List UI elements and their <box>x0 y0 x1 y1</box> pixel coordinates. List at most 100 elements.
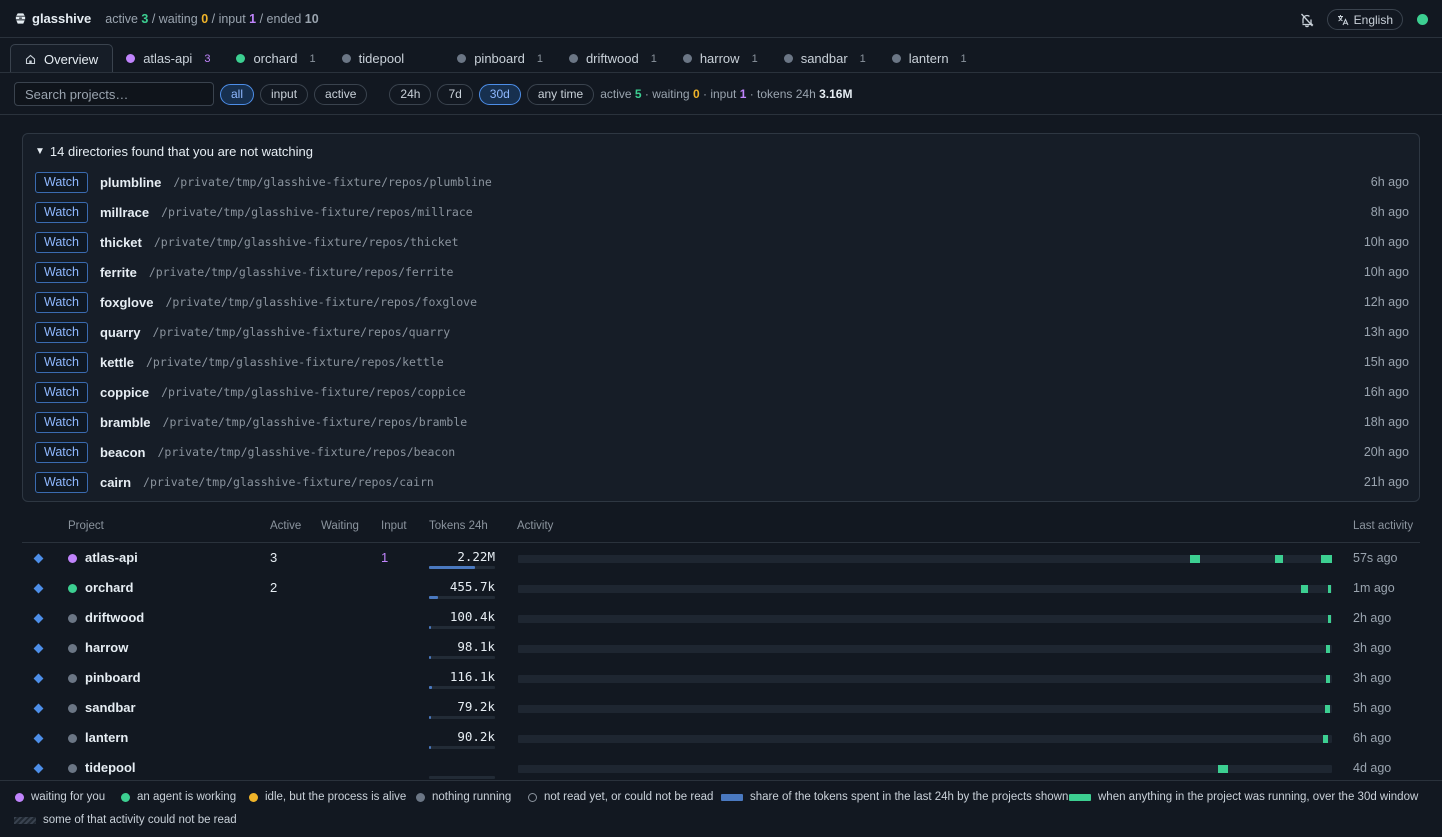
watch-button[interactable]: Watch <box>35 411 88 433</box>
range-any-time[interactable]: any time <box>526 83 595 105</box>
watch-button[interactable]: Watch <box>35 291 88 313</box>
watch-button[interactable]: Watch <box>35 321 88 343</box>
range-30d[interactable]: 30d <box>478 83 521 105</box>
tab-lantern[interactable]: lantern 1 <box>879 44 980 73</box>
project-name[interactable]: atlas-api <box>85 550 138 565</box>
tokens-24h: 2.22M <box>457 549 495 564</box>
status-dot <box>682 54 692 63</box>
divider <box>0 114 1442 115</box>
directory-name: beacon <box>99 444 146 460</box>
tab-orchard[interactable]: orchard 1 <box>223 44 328 73</box>
table-row[interactable]: lantern 90.2k 6h ago <box>0 726 1442 756</box>
filter-input[interactable]: input <box>260 83 309 105</box>
last-activity: 2h ago <box>1353 611 1392 625</box>
activity-timeline <box>518 645 1332 653</box>
directory-path: /private/tmp/glasshive-fixture/repos/cop… <box>161 385 466 399</box>
project-name[interactable]: orchard <box>85 580 133 595</box>
project-name[interactable]: pinboard <box>85 670 141 685</box>
tab-tidepool[interactable]: tidepool <box>329 44 445 73</box>
col-last-activity[interactable]: Last activity <box>1353 520 1413 532</box>
bell-off-icon[interactable] <box>1299 12 1315 28</box>
pin-icon[interactable] <box>33 763 44 774</box>
activity-segment <box>1320 555 1332 563</box>
activity-timeline <box>518 555 1332 563</box>
global-counts: active 3 / waiting 0 / input 1 / ended 1… <box>105 12 318 26</box>
search-input[interactable] <box>14 82 214 106</box>
watch-button[interactable]: Watch <box>35 171 88 193</box>
legend-item: idle, but the process is alive <box>249 791 406 803</box>
tokens-24h: 79.2k <box>457 699 495 714</box>
legend-label: idle, but the process is alive <box>265 791 407 803</box>
col-active[interactable]: Active <box>270 520 301 532</box>
watch-button[interactable]: Watch <box>35 261 88 283</box>
count-active-label: active <box>105 11 138 26</box>
filter-active[interactable]: active <box>314 83 368 105</box>
status-dot <box>68 614 77 623</box>
pin-icon[interactable] <box>33 643 44 654</box>
tab-label: Overview <box>44 51 99 67</box>
tab-count: 1 <box>859 52 866 65</box>
unwatched-toggle[interactable]: ▼ 14 directories found that you are not … <box>35 144 313 159</box>
language-select[interactable]: English <box>1326 9 1403 30</box>
table-row[interactable]: pinboard 116.1k 3h ago <box>0 666 1442 696</box>
token-share-bar <box>429 686 495 689</box>
watch-button[interactable]: Watch <box>35 351 88 373</box>
legend-swatch <box>249 792 258 802</box>
col-tokens[interactable]: Tokens 24h <box>429 520 488 532</box>
token-share-fill <box>429 686 432 689</box>
range-24h[interactable]: 24h <box>389 83 432 105</box>
last-seen: 8h ago <box>1370 205 1409 219</box>
status-dot <box>68 764 77 773</box>
list-item: Watch ferrite/private/tmp/glasshive-fixtu… <box>35 261 1409 283</box>
table-row[interactable]: driftwood 100.4k 2h ago <box>0 606 1442 636</box>
directory-path: /private/tmp/glasshive-fixture/repos/fer… <box>148 265 454 279</box>
table-row[interactable]: atlas-api 3 1 2.22M 57s ago <box>0 546 1442 576</box>
table-row[interactable]: sandbar 79.2k 5h ago <box>0 696 1442 726</box>
pin-icon[interactable] <box>33 583 44 594</box>
token-share-bar <box>429 746 495 749</box>
watch-button[interactable]: Watch <box>35 381 88 403</box>
activity-timeline <box>518 735 1332 743</box>
table-row[interactable]: harrow 98.1k 3h ago <box>0 636 1442 666</box>
filter-bar: allinputactive 24h7d30dany time active 5… <box>14 82 852 106</box>
col-input[interactable]: Input <box>381 520 407 532</box>
project-name[interactable]: driftwood <box>85 610 144 625</box>
tab-atlas-api[interactable]: atlas-api 3 <box>113 44 223 73</box>
activity-timeline <box>518 705 1332 713</box>
tab-overview[interactable]: Overview <box>10 44 114 73</box>
watch-button[interactable]: Watch <box>35 201 88 223</box>
col-activity[interactable]: Activity <box>517 520 553 532</box>
last-seen: 16h ago <box>1363 385 1409 399</box>
pin-icon[interactable] <box>33 673 44 684</box>
tab-pinboard[interactable]: pinboard 1 <box>444 44 556 73</box>
col-waiting[interactable]: Waiting <box>321 520 359 532</box>
stat-tokens-label: tokens 24h <box>757 87 816 101</box>
project-name[interactable]: harrow <box>85 640 128 655</box>
watch-button[interactable]: Watch <box>35 471 88 493</box>
tab-sandbar[interactable]: sandbar 1 <box>771 44 879 73</box>
hive-icon <box>15 13 26 24</box>
table-row[interactable]: orchard 2 455.7k 1m ago <box>0 576 1442 606</box>
pin-icon[interactable] <box>33 733 44 744</box>
activity-timeline <box>518 765 1332 773</box>
activity-segment <box>1190 555 1201 563</box>
pin-icon[interactable] <box>33 613 44 624</box>
legend-swatch <box>1069 793 1091 801</box>
range-7d[interactable]: 7d <box>437 83 473 105</box>
project-name[interactable]: sandbar <box>85 700 136 715</box>
tab-count: 3 <box>204 52 211 65</box>
brand[interactable]: glasshive <box>14 11 91 26</box>
watch-button[interactable]: Watch <box>35 231 88 253</box>
pin-icon[interactable] <box>33 553 44 564</box>
tab-harrow[interactable]: harrow 1 <box>670 44 771 73</box>
tab-driftwood[interactable]: driftwood 1 <box>556 44 670 73</box>
project-name[interactable]: lantern <box>85 730 128 745</box>
legend: waiting for you an agent is working idle, … <box>0 780 1442 837</box>
pin-icon[interactable] <box>33 703 44 714</box>
project-name[interactable]: tidepool <box>85 760 136 775</box>
status-dot <box>68 554 77 563</box>
legend-label: waiting for you <box>31 791 106 803</box>
watch-button[interactable]: Watch <box>35 441 88 463</box>
filter-all[interactable]: all <box>220 83 255 105</box>
col-project[interactable]: Project <box>68 520 104 532</box>
